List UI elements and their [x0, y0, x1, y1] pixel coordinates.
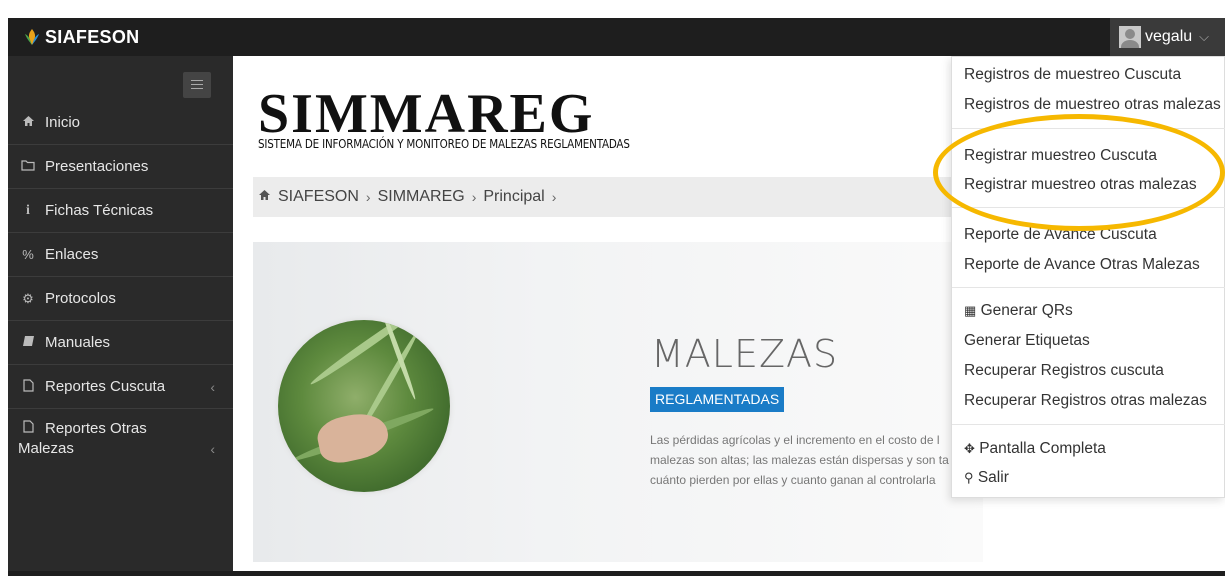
breadcrumb-item-simmareg[interactable]: SIMMAREG — [378, 188, 465, 206]
banner-text: Las pérdidas agrícolas y el incremento e… — [650, 433, 949, 487]
banner-tag: REGLAMENTADAS — [650, 387, 785, 412]
gear-icon: ⚙ — [22, 290, 34, 306]
home-icon — [19, 115, 37, 130]
sidebar: Inicio Presentaciones i Fichas Técnicas … — [8, 56, 233, 576]
sidebar-item-label: Reportes Otras — [45, 420, 147, 437]
file-icon — [19, 378, 37, 395]
menu-divider — [952, 287, 1225, 288]
sidebar-item-manuales[interactable]: Manuales — [8, 321, 233, 365]
hero-banner: MALEZAS REGLAMENTADAS Las pérdidas agríc… — [253, 242, 983, 562]
menu-item-generar-etiquetas[interactable]: Generar Etiquetas — [964, 332, 1090, 350]
chevron-left-icon: ‹ — [210, 441, 215, 457]
breadcrumb-separator: › — [551, 189, 557, 205]
brand[interactable]: SIAFESON — [23, 18, 139, 56]
brand-name: SIAFESON — [45, 26, 140, 47]
weed-photo — [278, 320, 450, 492]
menu-item-recuperar-otras[interactable]: Recuperar Registros otras malezas — [964, 392, 1207, 410]
menu-item-salir[interactable]: ⚲ Salir — [964, 469, 1009, 487]
menu-item-recuperar-cuscuta[interactable]: Recuperar Registros cuscuta — [964, 362, 1164, 380]
breadcrumb-separator: › — [365, 189, 371, 205]
fullscreen-icon: ✥ — [964, 441, 975, 456]
key-icon: ⚲ — [964, 470, 974, 485]
bottom-bar — [8, 571, 1225, 576]
breadcrumb-separator: › — [471, 189, 477, 205]
menu-item-registros-cuscuta[interactable]: Registros de muestreo Cuscuta — [964, 66, 1181, 84]
menu-item-generar-qrs[interactable]: ▦ Generar QRs — [964, 302, 1073, 320]
menu-item-registros-otras-malezas[interactable]: Registros de muestreo otras malezas — [964, 96, 1221, 114]
annotation-highlight-ellipse — [933, 114, 1225, 231]
page-logo-subtitle: SISTEMA DE INFORMACIÓN Y MONITOREO DE MA… — [258, 136, 630, 151]
hamburger-icon — [191, 80, 203, 81]
avatar — [1119, 26, 1141, 48]
info-icon: i — [26, 202, 30, 218]
chevron-left-icon: ‹ — [210, 378, 215, 395]
book-icon — [19, 335, 37, 350]
breadcrumb: SIAFESON › SIMMAREG › Principal › — [253, 177, 953, 217]
home-icon[interactable] — [258, 188, 271, 206]
user-menu-toggle[interactable]: vegalu ⌵ — [1110, 18, 1225, 56]
sidebar-item-label: Fichas Técnicas — [45, 202, 154, 219]
menu-item-reporte-avance-otras[interactable]: Reporte de Avance Otras Malezas — [964, 256, 1200, 274]
chevron-down-icon: ⌵ — [1199, 29, 1210, 44]
sidebar-item-label: Reportes Cuscuta — [45, 378, 166, 395]
sidebar-item-inicio[interactable]: Inicio — [8, 101, 233, 145]
link-icon: % — [22, 247, 34, 262]
sidebar-item-label-line2: Malezas — [18, 440, 74, 457]
sidebar-nav: Inicio Presentaciones i Fichas Técnicas … — [8, 101, 233, 473]
breadcrumb-item-principal[interactable]: Principal — [483, 188, 544, 206]
menu-item-pantalla-completa[interactable]: ✥ Pantalla Completa — [964, 440, 1106, 458]
sidebar-item-reportes-otras-malezas[interactable]: Reportes Otras Malezas ‹ — [8, 409, 233, 473]
sidebar-item-protocolos[interactable]: ⚙ Protocolos — [8, 277, 233, 321]
file-icon — [19, 419, 37, 439]
sidebar-item-label: Protocolos — [45, 290, 116, 307]
breadcrumb-item-siafeson[interactable]: SIAFESON — [278, 188, 359, 206]
sidebar-item-fichas-tecnicas[interactable]: i Fichas Técnicas — [8, 189, 233, 233]
brand-logo-icon — [25, 29, 39, 45]
menu-divider — [952, 424, 1225, 425]
sidebar-item-reportes-cuscuta[interactable]: Reportes Cuscuta ‹ — [8, 365, 233, 409]
sidebar-item-enlaces[interactable]: % Enlaces — [8, 233, 233, 277]
sidebar-item-label: Enlaces — [45, 246, 99, 263]
sidebar-item-label: Manuales — [45, 334, 111, 351]
page-logo-title: SIMMAREG — [258, 83, 595, 145]
sidebar-item-label: Presentaciones — [45, 158, 149, 175]
user-name: vegalu — [1145, 28, 1193, 45]
sidebar-item-label: Inicio — [45, 114, 81, 131]
menu-toggle-button[interactable] — [183, 72, 211, 98]
top-bar: SIAFESON vegalu ⌵ — [8, 18, 1225, 56]
folder-icon — [19, 159, 37, 174]
sidebar-item-presentaciones[interactable]: Presentaciones — [8, 145, 233, 189]
qr-icon: ▦ — [964, 303, 977, 318]
banner-title: MALEZAS — [651, 332, 839, 376]
